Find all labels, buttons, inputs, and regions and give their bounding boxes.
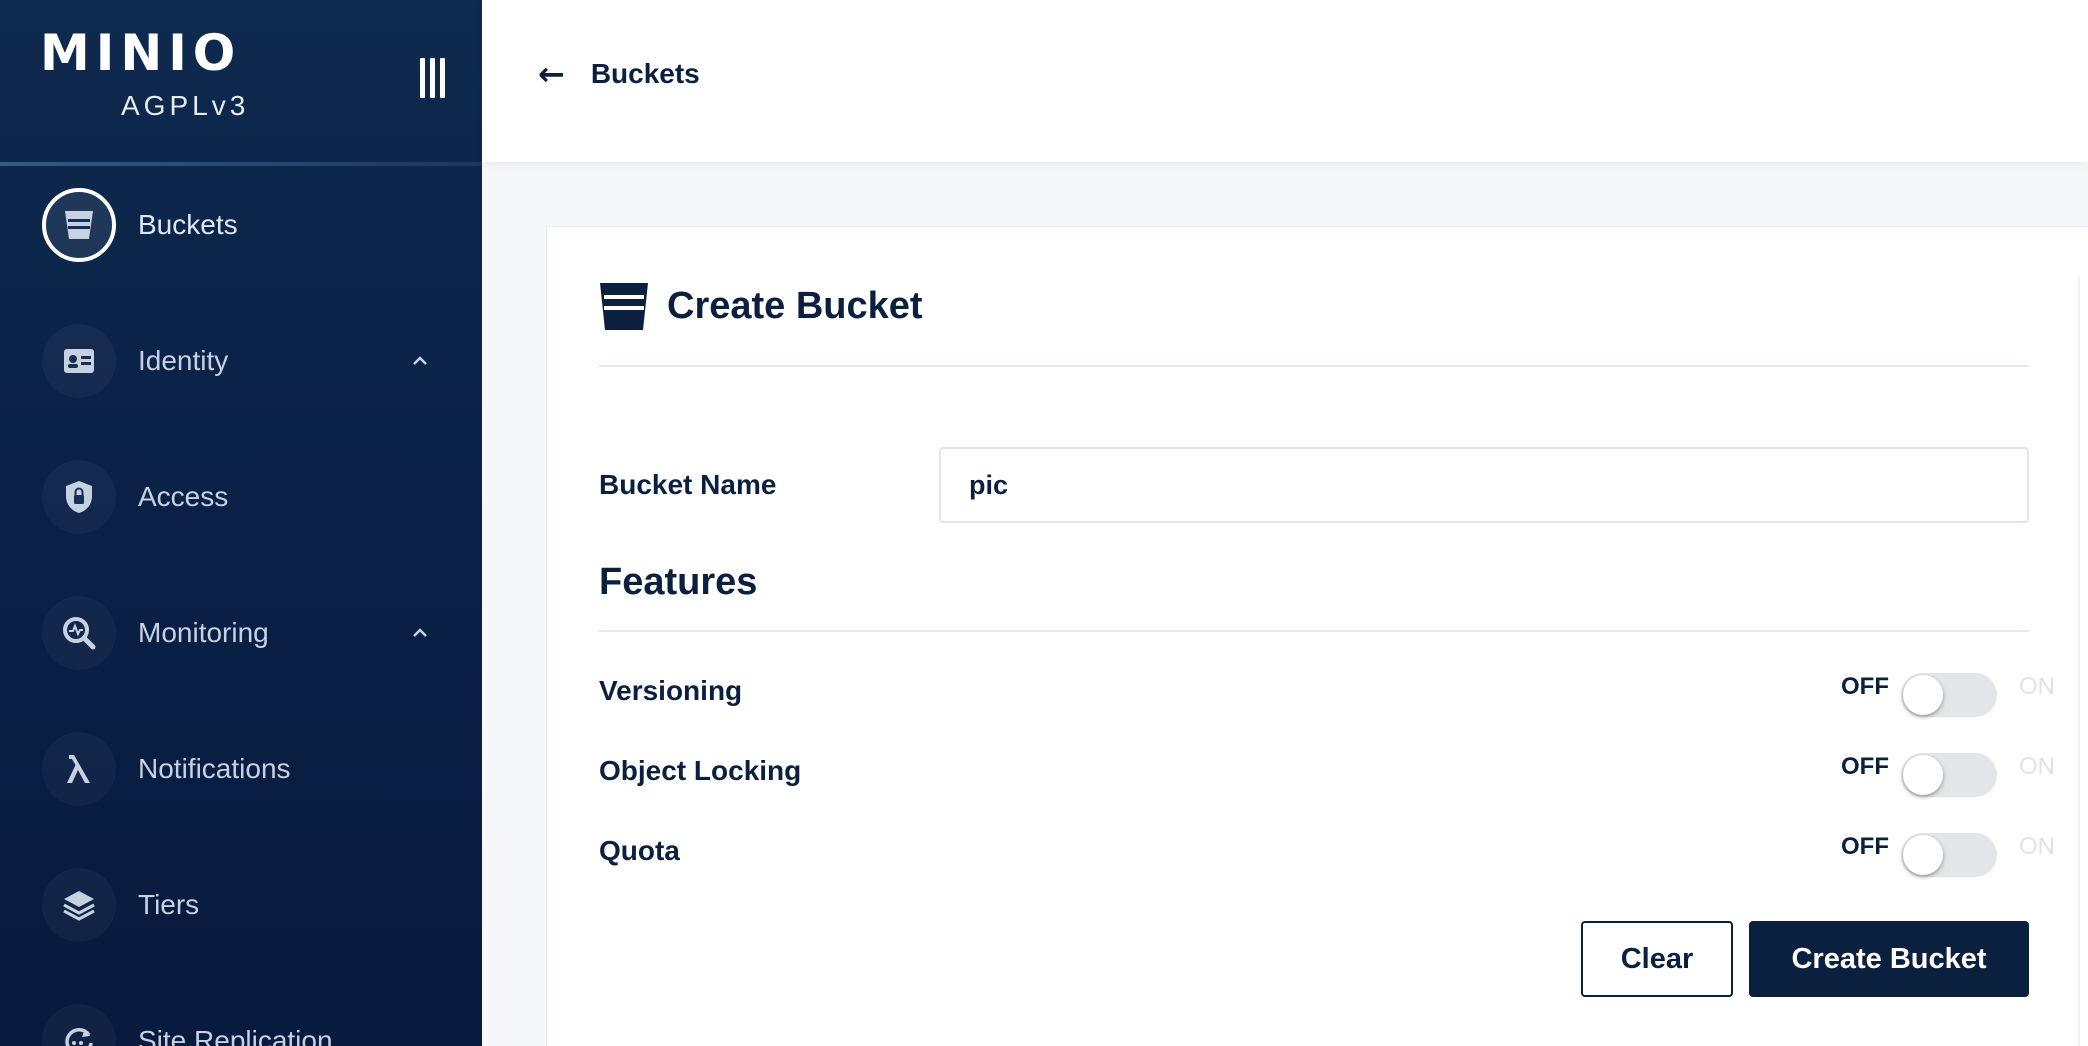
- brand: MINIO AGPLv3: [40, 28, 260, 128]
- page-title: Create Bucket: [667, 285, 923, 327]
- toggle-on-label: ON: [2019, 753, 2055, 780]
- versioning-toggle[interactable]: [1901, 673, 1997, 717]
- layers-icon: [42, 868, 116, 942]
- shield-lock-icon: [42, 460, 116, 534]
- versioning-label: Versioning: [599, 675, 743, 706]
- features-divider: [599, 630, 2029, 632]
- toggle-on-label: ON: [2019, 833, 2055, 860]
- toggle-on-label: ON: [2019, 673, 2055, 700]
- sidebar-item-access[interactable]: Access: [0, 442, 482, 552]
- object-locking-label: Object Locking: [599, 755, 802, 786]
- sidebar-item-notifications[interactable]: Notifications: [0, 714, 482, 824]
- sidebar-item-label: Tiers: [138, 889, 200, 920]
- sidebar-item-label: Notifications: [138, 753, 291, 784]
- sidebar: MINIO AGPLv3 Buckets Identity Access Mon…: [0, 0, 482, 1046]
- arrow-left-icon[interactable]: ←: [538, 58, 565, 90]
- toggle-knob: [1903, 675, 1943, 715]
- bucket-name-label: Bucket Name: [599, 469, 777, 500]
- back-to-buckets-link[interactable]: ← Buckets: [538, 58, 700, 90]
- features-heading: Features: [599, 561, 758, 603]
- sidebar-item-label: Identity: [138, 345, 229, 376]
- sidebar-item-site-replication[interactable]: Site Replication: [0, 986, 482, 1046]
- minio-logo: MINIO: [40, 24, 242, 82]
- sidebar-item-monitoring[interactable]: Monitoring: [0, 578, 482, 688]
- feature-row-object-locking: Object Locking OFF ON: [599, 747, 2055, 797]
- sidebar-item-label: Monitoring: [138, 617, 269, 648]
- chevron-up-icon[interactable]: [410, 351, 430, 371]
- chevron-up-icon[interactable]: [410, 623, 430, 643]
- bucket-icon: [600, 283, 648, 330]
- monitor-search-icon: [42, 596, 116, 670]
- bucket-icon: [42, 188, 116, 262]
- replication-icon: [42, 1004, 116, 1046]
- bucket-name-input[interactable]: [939, 447, 2029, 523]
- create-bucket-button[interactable]: Create Bucket: [1749, 921, 2029, 997]
- object-locking-toggle[interactable]: [1901, 753, 1997, 797]
- toggle-knob: [1903, 755, 1943, 795]
- license-label: AGPLv3: [121, 90, 250, 121]
- sidebar-divider: [0, 162, 482, 166]
- sidebar-item-label: Buckets: [138, 209, 238, 240]
- adjacent-panel-edge: [2078, 276, 2088, 1046]
- top-bar: ← Buckets: [482, 0, 2088, 162]
- back-link-label: Buckets: [590, 58, 700, 89]
- sidebar-item-tiers[interactable]: Tiers: [0, 850, 482, 960]
- toggle-off-label: OFF: [1841, 833, 1889, 860]
- quota-label: Quota: [599, 835, 680, 866]
- sidebar-item-buckets[interactable]: Buckets: [0, 170, 482, 280]
- sidebar-item-identity[interactable]: Identity: [0, 306, 482, 416]
- sidebar-item-label: Access: [138, 481, 229, 512]
- quota-toggle[interactable]: [1901, 833, 1997, 877]
- toggle-off-label: OFF: [1841, 673, 1889, 700]
- lambda-icon: [42, 732, 116, 806]
- toggle-knob: [1903, 835, 1943, 875]
- feature-row-versioning: Versioning OFF ON: [599, 667, 2055, 717]
- create-bucket-card: Create Bucket Bucket Name Features Versi…: [546, 226, 2088, 1046]
- sidebar-item-label: Site Replication: [138, 1025, 333, 1046]
- toggle-off-label: OFF: [1841, 753, 1889, 780]
- sidebar-collapse-icon[interactable]: [420, 58, 452, 98]
- clear-button[interactable]: Clear: [1581, 921, 1733, 997]
- feature-row-quota: Quota OFF ON: [599, 827, 2055, 877]
- card-header: Create Bucket: [599, 277, 2029, 367]
- id-card-icon: [42, 324, 116, 398]
